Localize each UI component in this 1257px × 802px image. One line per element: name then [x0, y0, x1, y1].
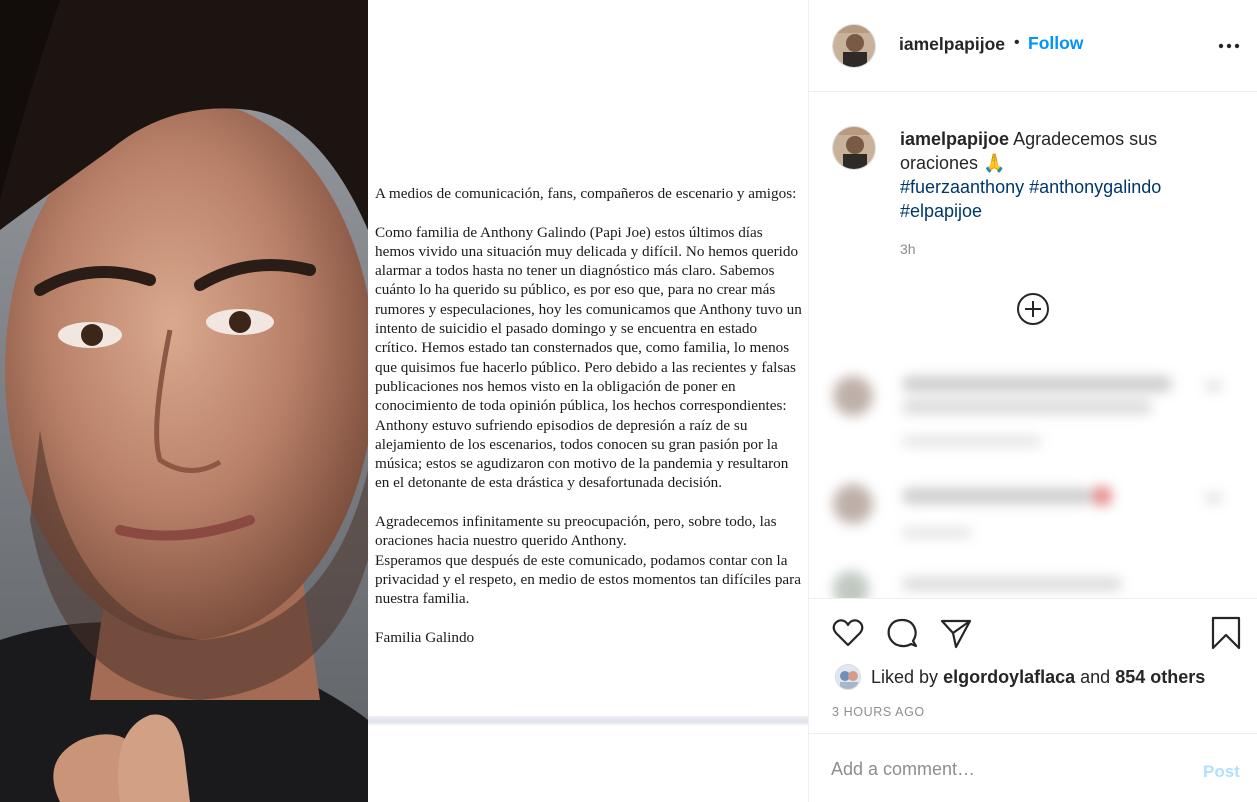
letter-paragraph-3: Esperamos que después de este comunicado…: [375, 551, 801, 608]
letter-paragraph-2: Agradecemos infinitamente su preocupació…: [375, 513, 777, 550]
comment-input[interactable]: [831, 756, 1171, 782]
post-actions: Liked by elgordoylaflaca and 854 others …: [809, 598, 1257, 733]
caption-username[interactable]: iamelpapijoe: [900, 129, 1009, 149]
add-circle-icon[interactable]: [1016, 292, 1050, 326]
separator-dot: •: [1014, 34, 1020, 51]
follow-button[interactable]: Follow: [1028, 33, 1083, 54]
avatar[interactable]: [832, 24, 876, 68]
post-side-panel: iamelpapijoe • Follow iamelpapijoe Agrad…: [808, 0, 1257, 802]
hashtag-link[interactable]: #elpapijoe: [900, 201, 982, 221]
heart-icon[interactable]: [831, 616, 865, 650]
liker-avatar[interactable]: [835, 664, 861, 690]
blurred-comment: [827, 368, 1247, 458]
post-media[interactable]: A medios de comunicación, fans, compañer…: [0, 0, 808, 802]
likes-prefix: Liked by: [871, 666, 939, 687]
add-comment-bar: Post: [809, 733, 1257, 802]
more-options-icon[interactable]: [1217, 34, 1241, 58]
bookmark-icon[interactable]: [1209, 616, 1243, 650]
post-caption: iamelpapijoe Agradecemos sus oraciones 🙏…: [900, 127, 1200, 223]
post-timestamp[interactable]: 3 HOURS AGO: [832, 705, 925, 719]
caption-avatar[interactable]: [832, 126, 876, 170]
likes-joiner: and: [1080, 666, 1111, 687]
blurred-comment: [827, 565, 1247, 598]
likes-count[interactable]: 854 others: [1115, 667, 1205, 688]
likes-summary[interactable]: Liked by elgordoylaflaca and 854 others: [835, 664, 1205, 690]
header-username[interactable]: iamelpapijoe: [899, 34, 1005, 55]
hashtag-link[interactable]: #anthonygalindo: [1029, 177, 1161, 197]
statement-letter: A medios de comunicación, fans, compañer…: [368, 0, 808, 802]
comments-area[interactable]: iamelpapijoe Agradecemos sus oraciones 🙏…: [809, 93, 1257, 598]
letter-signature: Familia Galindo: [375, 628, 475, 646]
letter-page-edge: [368, 716, 808, 726]
post-header: iamelpapijoe • Follow: [809, 0, 1257, 92]
portrait-photo: [0, 0, 368, 802]
blurred-comment: [827, 478, 1247, 548]
comment-icon[interactable]: [885, 616, 919, 650]
post-comment-button[interactable]: Post: [1203, 762, 1240, 782]
hashtag-link[interactable]: #fuerzaanthony: [900, 177, 1024, 197]
caption-emoji: 🙏: [983, 153, 1006, 173]
letter-salutation: A medios de comunicación, fans, compañer…: [375, 185, 797, 202]
liker-username[interactable]: elgordoylaflaca: [943, 667, 1075, 688]
letter-paragraph-1: Como familia de Anthony Galindo (Papi Jo…: [375, 223, 802, 492]
share-icon[interactable]: [939, 616, 973, 650]
caption-time: 3h: [900, 241, 916, 257]
